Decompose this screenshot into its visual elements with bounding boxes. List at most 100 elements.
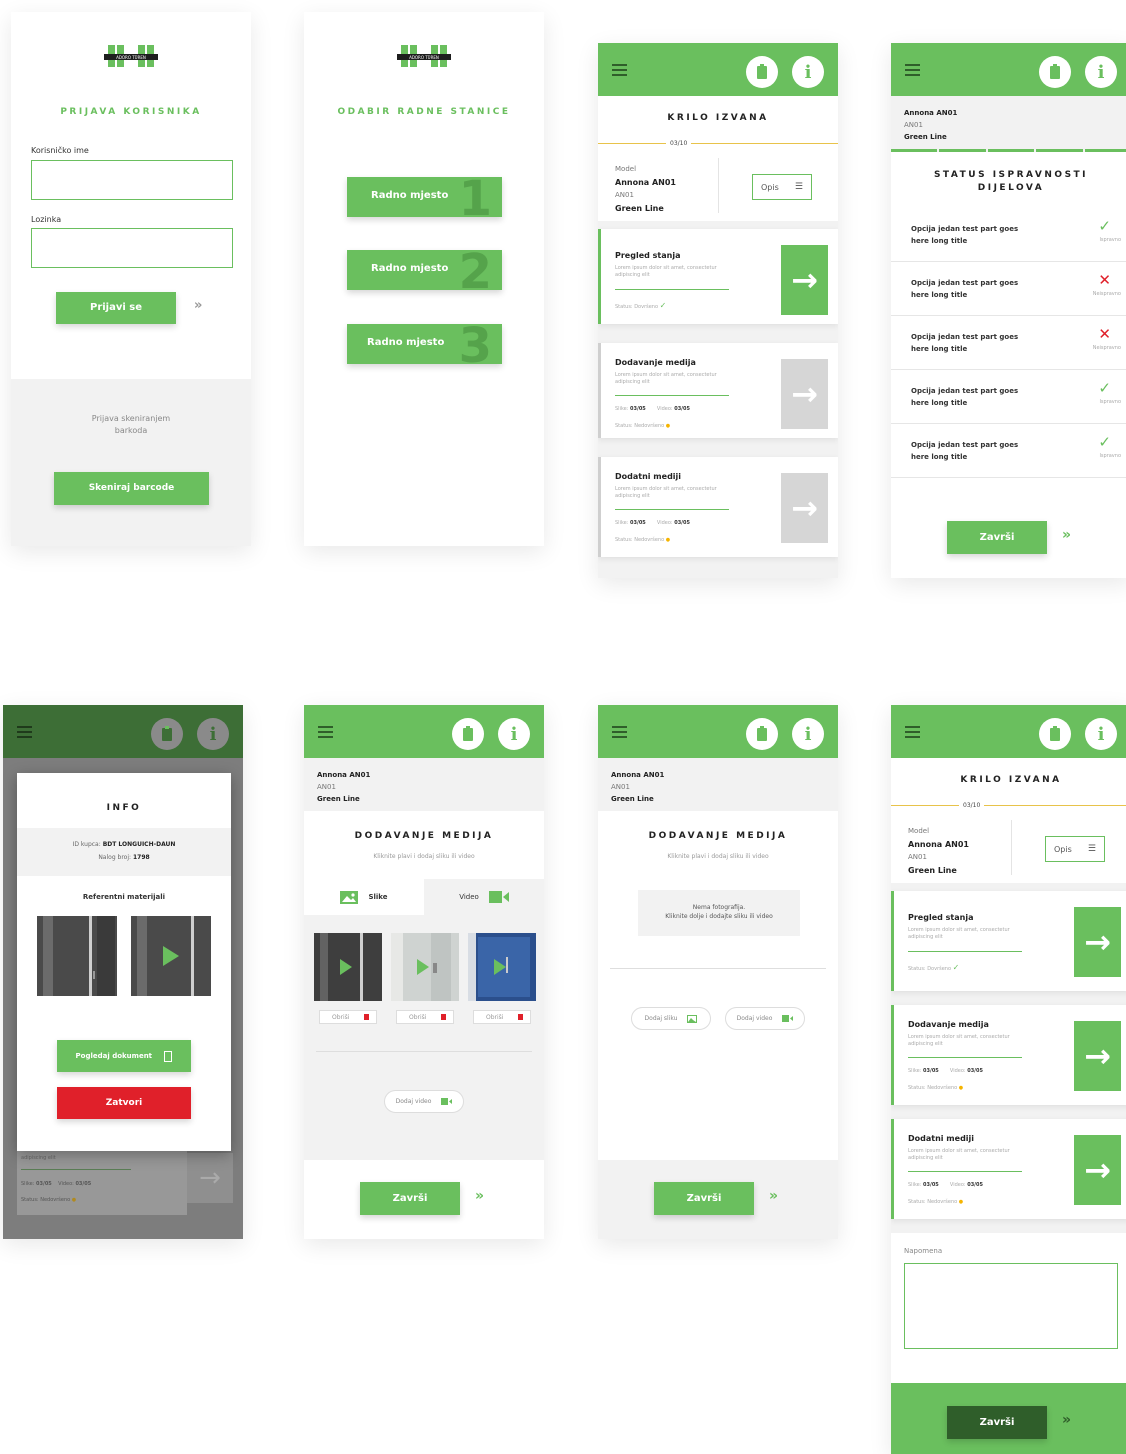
opis-button[interactable]: Opis ☰ (1045, 836, 1105, 862)
card-open-button[interactable]: → (781, 359, 828, 429)
model-line: Green Line (611, 795, 654, 803)
bg-card-status: Status: Nedovršeno ● (21, 1197, 77, 1203)
tab-video[interactable]: Video (424, 879, 544, 915)
card-open-button[interactable]: → (781, 473, 828, 543)
model-code: AN01 (611, 783, 630, 791)
delete-button-2[interactable]: Obriši (396, 1010, 454, 1024)
finish-button[interactable]: Završi (360, 1182, 460, 1215)
menu-icon[interactable] (612, 726, 627, 738)
card-counts: Slike: 03/05 Video: 03/05 (908, 1182, 983, 1188)
scan-text-line1: Prijava skeniranjem (91, 414, 171, 423)
trash-icon (364, 1014, 369, 1020)
media-thumb-3[interactable] (468, 933, 536, 1001)
card-open-button[interactable]: → (1074, 907, 1121, 977)
media-empty-screen: i Annona AN01 AN01 Green Line DODAVANJE … (598, 705, 838, 1239)
info-button[interactable]: i (792, 56, 824, 88)
menu-icon[interactable] (905, 726, 920, 738)
clipboard-button[interactable] (746, 718, 778, 750)
row-status: Ispravno (1099, 237, 1121, 243)
empty-line1: Nema fotografija. (692, 904, 746, 911)
opis-button[interactable]: Opis ☰ (752, 174, 812, 200)
card-open-button[interactable]: → (1074, 1135, 1121, 1205)
media-thumb-1[interactable] (314, 933, 382, 1001)
delete-button-1[interactable]: Obriši (319, 1010, 377, 1024)
add-video-button[interactable]: Dodaj video (384, 1090, 464, 1113)
model-code: AN01 (904, 121, 923, 129)
menu-icon[interactable] (17, 726, 32, 738)
clipboard-button[interactable] (1039, 56, 1071, 88)
product-title: KRILO IZVANA (960, 775, 1062, 785)
card-desc: Lorem ipsum dolor sit amet, consectetur … (615, 265, 717, 278)
info-button[interactable]: i (197, 718, 229, 750)
media-subtitle: Kliknite plavi i dodaj sliku ili video (667, 853, 769, 860)
model-line: Green Line (908, 866, 957, 875)
info-button[interactable]: i (498, 718, 530, 750)
reference-video-door[interactable] (131, 916, 211, 996)
tab-images[interactable]: Slike (304, 879, 424, 915)
station-number-3: 3 (458, 324, 492, 364)
menu-icon[interactable] (318, 726, 333, 738)
media-thumb-2[interactable] (391, 933, 459, 1001)
reference-image-door[interactable] (37, 916, 117, 996)
empty-state: Nema fotografija. Kliknite dolje i dodaj… (638, 890, 800, 936)
add-video-button[interactable]: Dodaj video (725, 1007, 805, 1030)
check-icon: ✓ (1098, 217, 1111, 235)
note-field[interactable] (904, 1263, 1118, 1349)
card-desc: Lorem ipsum dolor sit amet, consectetur … (908, 1148, 1010, 1161)
buyer-id: ID kupca: BDT LONGUICH-DAUN (72, 841, 176, 848)
video-icon (782, 1015, 794, 1022)
finish-chevron-icon: » (475, 1188, 485, 1204)
password-field[interactable] (31, 228, 233, 268)
media-head: DODAVANJE MEDIJA Kliknite plavi i dodaj … (304, 811, 544, 879)
info-button[interactable]: i (1085, 56, 1117, 88)
empty-line2: Kliknite dolje i dodajte sliku ili video (665, 913, 773, 920)
info-button[interactable]: i (792, 718, 824, 750)
bg-card-desc: adipiscing elit (21, 1155, 56, 1161)
info-details: ID kupca: BDT LONGUICH-DAUN Nalog broj: … (17, 828, 231, 876)
station-button-1[interactable]: 1 Radno mjesto (347, 177, 502, 217)
delete-button-3[interactable]: Obriši (473, 1010, 531, 1024)
card-open-button[interactable]: → (781, 245, 828, 315)
finish-button[interactable]: Završi (947, 1406, 1047, 1439)
svg-text:ADORO TÜREN: ADORO TÜREN (409, 55, 439, 60)
clipboard-button[interactable] (746, 56, 778, 88)
add-image-button[interactable]: Dodaj sliku (631, 1007, 711, 1030)
image-icon (687, 1014, 698, 1023)
status-row[interactable]: Opcija jedan test part goes here long tit… (891, 424, 1126, 478)
clipboard-icon (757, 63, 767, 79)
pager-line (891, 805, 1126, 806)
station-button-2[interactable]: 2 Radno mjesto (347, 250, 502, 290)
product-title: KRILO IZVANA (667, 113, 769, 123)
finish-button[interactable]: Završi (654, 1182, 754, 1215)
view-document-button[interactable]: Pogledaj dokument (57, 1040, 191, 1072)
list-icon: ☰ (794, 182, 803, 192)
status-row[interactable]: Opcija jedan test part goes here long tit… (891, 316, 1126, 370)
clipboard-button[interactable] (1039, 718, 1071, 750)
check-icon: ✓ (1098, 433, 1111, 451)
card-progress (615, 395, 729, 396)
username-field[interactable] (31, 160, 233, 200)
opis-label: Opis (761, 182, 779, 192)
info-button[interactable]: i (1085, 718, 1117, 750)
card-desc: Lorem ipsum dolor sit amet, consectetur … (615, 486, 717, 499)
card-open-button[interactable]: → (1074, 1021, 1121, 1091)
menu-icon[interactable] (612, 64, 627, 76)
status-row[interactable]: Opcija jedan test part goes here long tit… (891, 370, 1126, 424)
status-row[interactable]: Opcija jedan test part goes here long tit… (891, 208, 1126, 262)
clipboard-button[interactable] (151, 718, 183, 750)
card-dodatni: Dodatni mediji Lorem ipsum dolor sit ame… (598, 457, 838, 557)
scan-barcode-button[interactable]: Skeniraj barcode (54, 472, 209, 505)
status-row[interactable]: Opcija jedan test part goes here long tit… (891, 262, 1126, 316)
card-dodavanje: Dodavanje medija Lorem ipsum dolor sit a… (598, 343, 838, 438)
close-button[interactable]: Zatvori (57, 1087, 191, 1119)
station-button-3[interactable]: 3 Radno mjesto (347, 324, 502, 364)
card-progress (908, 951, 1022, 952)
clipboard-button[interactable] (452, 718, 484, 750)
finish-button[interactable]: Završi (947, 521, 1047, 554)
menu-icon[interactable] (905, 64, 920, 76)
login-button[interactable]: Prijavi se (56, 292, 176, 324)
model-header: Annona AN01 AN01 Green Line (304, 758, 544, 811)
pager: 03/10 (666, 140, 692, 147)
card-pregled: Pregled stanja Lorem ipsum dolor sit ame… (598, 229, 838, 324)
divider (1011, 820, 1012, 875)
